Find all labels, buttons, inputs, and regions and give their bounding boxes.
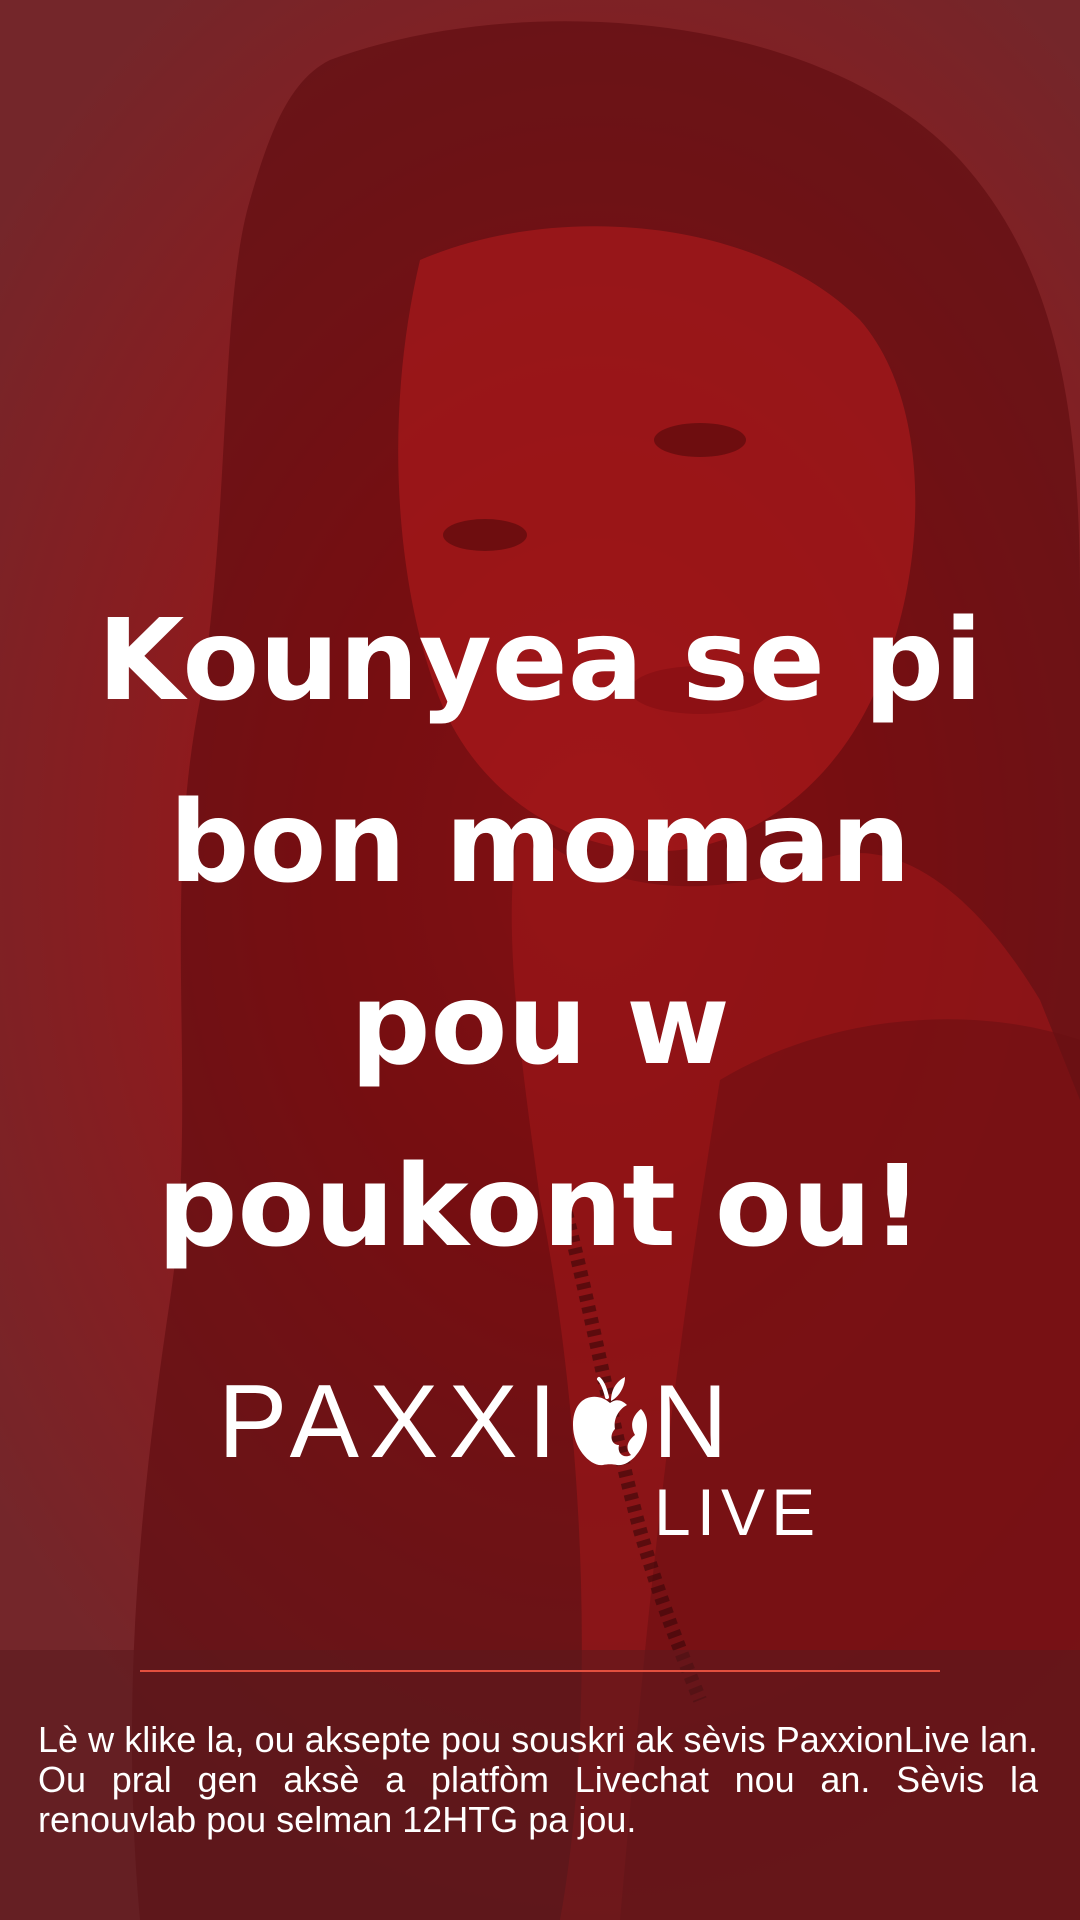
headline: Kounyea se pi bon moman pou w poukont ou… bbox=[40, 570, 1040, 1298]
apple-icon bbox=[567, 1375, 653, 1470]
paxxion-live-logo: PAXXI N LIVE bbox=[218, 1355, 868, 1555]
headline-line-3: pou w bbox=[350, 960, 730, 1090]
logo-word-start: PAXXI bbox=[218, 1364, 567, 1480]
logo-live-label: LIVE bbox=[654, 1475, 822, 1549]
headline-line-1: Kounyea se pi bbox=[97, 596, 983, 726]
headline-line-4: poukont ou! bbox=[157, 1142, 923, 1272]
subscription-terms-text: Lè w klike la, ou aksepte pou souskri ak… bbox=[38, 1719, 1038, 1840]
subscription-splash-screen[interactable]: Kounyea se pi bon moman pou w poukont ou… bbox=[0, 0, 1080, 1920]
logo-wordmark: PAXXI N bbox=[218, 1370, 868, 1474]
logo-word-end: N bbox=[652, 1364, 738, 1480]
footer-divider bbox=[140, 1670, 940, 1672]
headline-line-2: bon moman bbox=[169, 778, 911, 908]
